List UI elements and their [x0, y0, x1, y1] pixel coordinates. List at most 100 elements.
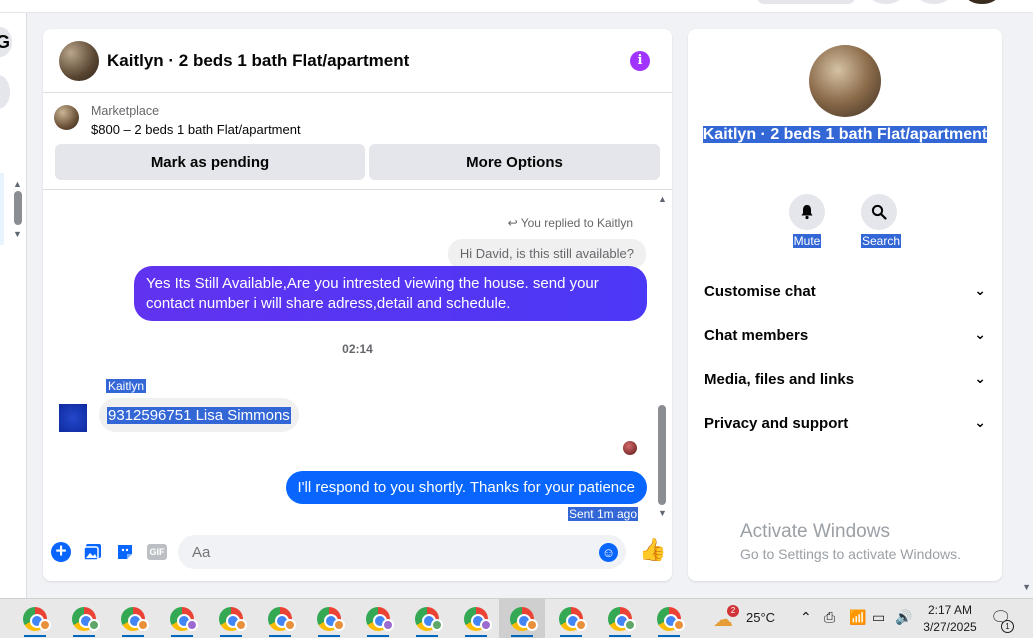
listing-thumbnail[interactable] — [54, 105, 79, 130]
thumbs-up-icon[interactable]: 👍 — [639, 539, 666, 561]
message-timestamp: 02:14 — [342, 342, 373, 356]
section-media-files-links[interactable]: Media, files and links ⌄ — [704, 370, 988, 391]
gif-icon[interactable]: GIF — [147, 544, 167, 560]
taskbar-clock[interactable]: 2:17 AM 3/27/2025 — [915, 602, 985, 636]
scrollbar-thumb[interactable] — [14, 191, 22, 225]
rail-button[interactable] — [0, 75, 10, 109]
bell-icon[interactable] — [789, 194, 825, 230]
listing-source: Marketplace — [91, 104, 160, 118]
profile-avatar[interactable] — [966, 0, 998, 4]
chevron-down-icon[interactable]: ⌄ — [974, 282, 986, 299]
taskbar-chrome-window[interactable] — [257, 599, 303, 638]
weather-icon[interactable]: ☁ 2 — [713, 605, 739, 631]
more-options-button[interactable]: More Options — [369, 144, 660, 180]
reply-note-text: You replied to Kaitlyn — [520, 216, 633, 230]
scrollbar-thumb[interactable] — [658, 405, 666, 505]
page-scroll-down-arrow-icon[interactable]: ▼ — [1022, 582, 1031, 592]
taskbar-chrome-window[interactable] — [453, 599, 499, 638]
taskbar-chrome-window-active[interactable] — [499, 599, 545, 638]
open-indicator — [122, 635, 144, 637]
profile-badge — [284, 619, 296, 631]
outgoing-message[interactable]: Yes Its Still Available,Are you intreste… — [134, 266, 647, 321]
left-rail: G ▲ ▼ — [0, 13, 27, 598]
battery-icon[interactable]: ▭ — [872, 609, 885, 626]
taskbar-chrome-window[interactable] — [110, 599, 156, 638]
wifi-icon[interactable]: 📶 — [849, 609, 866, 626]
meet-now-icon[interactable]: ⎙ — [824, 609, 835, 626]
mute-label: Mute — [792, 234, 822, 248]
sender-avatar[interactable] — [59, 404, 87, 432]
profile-badge — [382, 619, 394, 631]
section-customise-chat[interactable]: Customise chat ⌄ — [704, 282, 988, 303]
open-indicator — [609, 635, 631, 637]
info-icon[interactable]: i — [630, 51, 650, 71]
photo-icon[interactable] — [83, 542, 103, 562]
contact-avatar-large[interactable] — [809, 45, 881, 117]
profile-badge — [526, 619, 538, 631]
scroll-down-arrow-icon[interactable]: ▼ — [13, 229, 22, 239]
scroll-down-arrow-icon[interactable]: ▼ — [658, 508, 667, 518]
clock-time: 2:17 AM — [927, 603, 973, 617]
volume-icon[interactable]: 🔊 — [895, 609, 912, 626]
reply-note: ↩ You replied to Kaitlyn — [508, 216, 633, 230]
taskbar-chrome-window[interactable] — [306, 599, 352, 638]
reply-arrow-icon: ↩ — [507, 216, 518, 230]
header-button[interactable] — [757, 0, 855, 4]
search-icon[interactable] — [861, 194, 897, 230]
section-privacy-support[interactable]: Privacy and support ⌄ — [704, 414, 988, 435]
listing-summary[interactable]: $800 – 2 beds 1 bath Flat/apartment — [91, 122, 301, 137]
google-icon[interactable]: G — [0, 27, 12, 57]
contact-name[interactable]: Kaitlyn · 2 beds 1 bath Flat/apartment — [688, 125, 1002, 145]
mute-action[interactable]: Mute — [789, 194, 825, 250]
open-indicator — [367, 635, 389, 637]
incoming-message[interactable]: 9312596751 Lisa Simmons — [99, 398, 299, 432]
outgoing-message[interactable]: I'll respond to you shortly. Thanks for … — [285, 471, 647, 504]
search-label: Search — [861, 234, 902, 248]
profile-badge — [431, 619, 443, 631]
profile-badge — [480, 619, 492, 631]
sticker-icon[interactable] — [115, 542, 135, 562]
message-input[interactable] — [178, 535, 626, 569]
search-action[interactable]: Search — [861, 194, 902, 250]
seen-indicator-avatar — [623, 441, 637, 455]
chat-title[interactable]: Kaitlyn · 2 beds 1 bath Flat/apartment — [107, 51, 409, 71]
open-indicator — [269, 635, 291, 637]
clock-date: 3/27/2025 — [923, 620, 977, 634]
taskbar-chrome-window[interactable] — [208, 599, 254, 638]
weather-badge: 2 — [727, 605, 739, 617]
mark-as-pending-button[interactable]: Mark as pending — [55, 144, 365, 180]
taskbar-chrome-window[interactable] — [159, 599, 205, 638]
scroll-up-arrow-icon[interactable]: ▲ — [658, 194, 667, 204]
header-icon-button[interactable] — [918, 0, 950, 4]
notification-icon[interactable]: 🗨 1 — [990, 608, 1014, 633]
taskbar-chrome-window[interactable] — [355, 599, 401, 638]
emoji-icon[interactable]: ☺ — [599, 543, 618, 562]
section-label: Customise chat — [704, 283, 816, 300]
conversation-details-panel: Kaitlyn · 2 beds 1 bath Flat/apartment M… — [688, 29, 1002, 581]
profile-badge — [333, 619, 345, 631]
quoted-message[interactable]: Hi David, is this still available? — [447, 239, 646, 269]
section-label: Media, files and links — [704, 371, 855, 388]
top-bar — [0, 0, 1033, 13]
contact-avatar[interactable] — [59, 40, 99, 81]
message-composer: + GIF ☺ 👍 — [43, 533, 672, 573]
open-indicator — [416, 635, 438, 637]
taskbar-chrome-window[interactable] — [646, 599, 692, 638]
plus-icon[interactable]: + — [51, 542, 71, 562]
chevron-down-icon[interactable]: ⌄ — [974, 414, 986, 431]
scroll-up-arrow-icon[interactable]: ▲ — [13, 179, 22, 189]
open-indicator — [511, 635, 533, 637]
taskbar-chrome-window[interactable] — [12, 599, 58, 638]
chevron-down-icon[interactable]: ⌄ — [974, 326, 986, 343]
message-scrollbar[interactable]: ▲ ▼ — [657, 194, 667, 519]
taskbar-chrome-window[interactable] — [548, 599, 594, 638]
chat-panel: Kaitlyn · 2 beds 1 bath Flat/apartment i… — [43, 29, 672, 581]
taskbar-chrome-window[interactable] — [404, 599, 450, 638]
chevron-down-icon[interactable]: ⌄ — [974, 370, 986, 387]
taskbar-chrome-window[interactable] — [597, 599, 643, 638]
header-icon-button[interactable] — [870, 0, 902, 4]
chevron-up-icon[interactable]: ⌃ — [800, 609, 812, 626]
temperature[interactable]: 25°C — [746, 610, 775, 625]
taskbar-chrome-window[interactable] — [61, 599, 107, 638]
section-chat-members[interactable]: Chat members ⌄ — [704, 326, 988, 347]
